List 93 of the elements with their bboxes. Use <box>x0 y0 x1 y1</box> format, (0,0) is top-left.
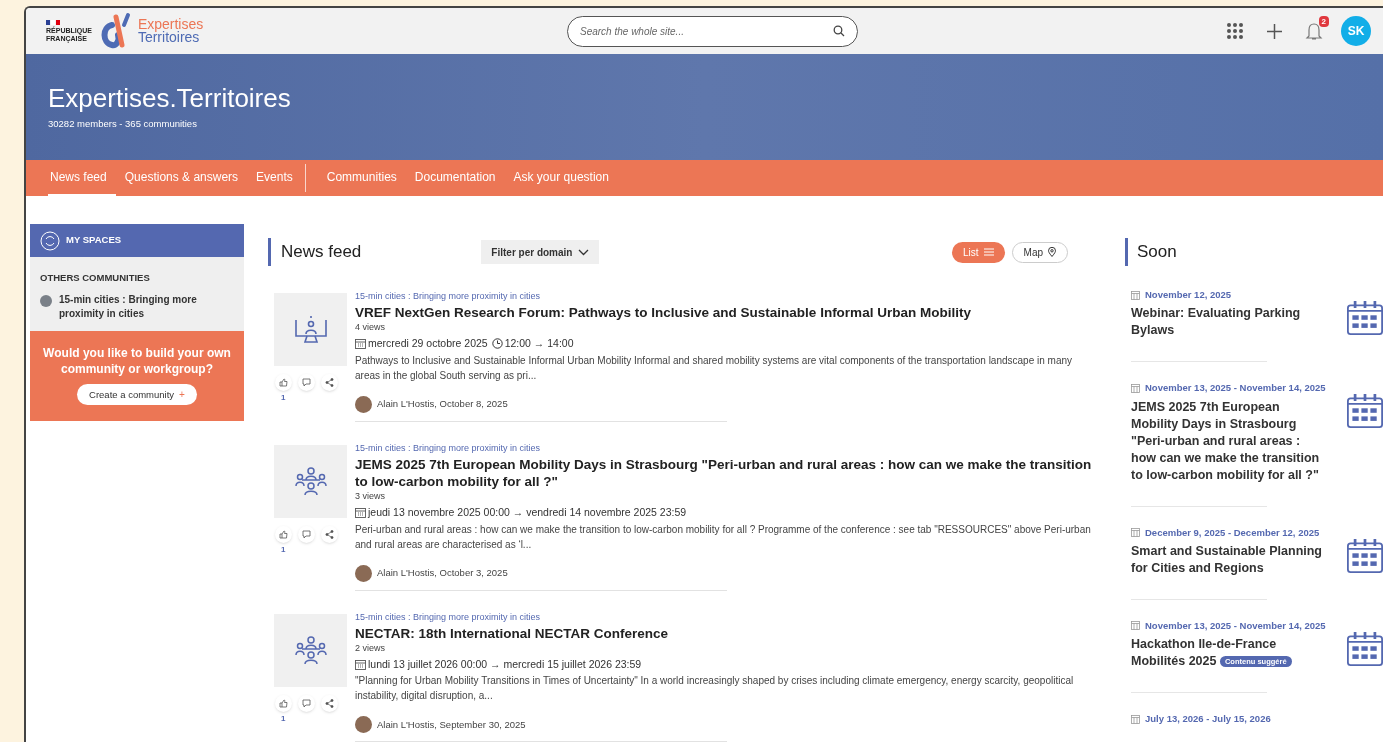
grid-icon <box>1226 22 1244 40</box>
event-title[interactable]: Webinar: Evaluating Parking Bylaws <box>1131 305 1327 340</box>
calendar-icon <box>1347 630 1383 667</box>
share-button[interactable] <box>321 525 338 543</box>
bell-icon <box>1305 21 1323 41</box>
post-excerpt: Pathways to Inclusive and Sustainable Informal Urban Mobility Informal and shared mobility systems are vital components of the transportation landscape in many areas in the global South serving as pri... <box>355 353 1074 383</box>
speech-bubble-icon <box>302 698 311 708</box>
calendar-icon <box>1131 383 1140 393</box>
calendar-icon <box>1347 537 1383 574</box>
calendar-icon <box>1131 528 1140 538</box>
list-icon <box>983 248 994 256</box>
search-icon <box>833 25 845 37</box>
view-count: 2 views <box>355 641 385 654</box>
brand-name: Territoires <box>137 31 200 44</box>
community-link[interactable]: 15-min cities : Bringing more proximity in cities <box>355 441 541 454</box>
post-author: Alain L'Hostis, September 30, 2025 <box>377 717 526 732</box>
promo-text: Would you like to build your own community or workgroup? <box>42 345 232 378</box>
share-icon <box>325 529 334 539</box>
view-count: 4 views <box>355 321 385 333</box>
like-count: 1 <box>281 392 286 404</box>
author-avatar <box>355 395 372 413</box>
share-button[interactable] <box>321 374 338 391</box>
event-date: December 9, 2025 - December 12, 2025 <box>1145 525 1320 540</box>
event-date: July 13, 2026 - July 15, 2026 <box>1145 712 1271 726</box>
post-author: Alain L'Hostis, October 3, 2025 <box>377 565 508 580</box>
calendar-icon <box>1347 393 1383 430</box>
chevron-down-icon <box>578 248 590 256</box>
post-title[interactable]: NECTAR: 18th International NECTAR Conference <box>355 624 671 642</box>
community-avatar <box>40 295 52 308</box>
feed-title: News feed <box>281 241 362 264</box>
view-toggle[interactable]: Map <box>1011 241 1068 263</box>
notification-badge: 2 <box>1318 16 1329 27</box>
thumbs-up-icon <box>279 378 288 387</box>
post-date: jeudi 13 novembre 2025 00:00 → vendredi 14 novembre 2025 23:59 <box>368 504 687 520</box>
search-field[interactable]: Search the whole site... <box>567 16 858 47</box>
share-icon <box>325 378 334 387</box>
thumbs-up-icon <box>279 529 288 539</box>
site-subtitle: 30282 members - 365 communities <box>48 117 197 131</box>
thumbs-up-icon <box>279 698 288 708</box>
flag-icon <box>46 19 60 25</box>
share-icon <box>325 698 334 708</box>
notifications-button[interactable]: 2 <box>1301 17 1327 45</box>
author-avatar <box>355 564 372 582</box>
calendar-icon <box>355 658 366 670</box>
speech-bubble-icon <box>302 378 311 387</box>
soon-title: Soon <box>1137 241 1177 264</box>
section-title: OTHERS COMMUNITIES <box>40 271 150 285</box>
post-excerpt: Peri-urban and rural areas : how can we make the transition to low-carbon mobility for all ? Programme of the conference : see tab "RESSOURCES" above Peri-urban and rural areas are characterised as ‘l... <box>355 522 1092 552</box>
post-date: mercredi 29 octobre 2025 <box>368 336 488 351</box>
post-excerpt: "Planning for Urban Mobility Transitions in Times of Uncertainty" In a world increasingly shaped by crises including climate emergency, energy scarcity, geopolitical instability, digital disruption, a... <box>355 674 1075 704</box>
event-date: November 12, 2025 <box>1145 288 1232 302</box>
create-community-button[interactable]: Create a community + <box>77 384 197 406</box>
filter-dropdown[interactable]: Filter per domain <box>481 240 600 264</box>
like-button[interactable] <box>275 374 292 391</box>
post-title[interactable]: JEMS 2025 7th European Mobility Days in Strasbourg "Peri-urban and rural areas : how can we make the transition to low-carbon mobility for all ?" <box>355 455 1094 490</box>
people-at-table-icon <box>293 635 328 665</box>
event-title[interactable]: JEMS 2025 7th European Mobility Days in Strasbourg "Peri-urban and rural areas : how can we make the transition to low-carbon mobility for all ?" <box>1131 398 1327 484</box>
event-date: November 13, 2025 - November 14, 2025 <box>1145 381 1326 396</box>
calendar-icon <box>1131 290 1140 300</box>
like-count: 1 <box>281 712 286 725</box>
monitor-person-icon <box>292 314 329 345</box>
plus-icon <box>1266 22 1283 40</box>
circular-arrows-icon <box>40 230 60 251</box>
calendar-icon <box>1131 714 1140 724</box>
comment-button[interactable] <box>298 374 315 391</box>
brand-name: Expertises <box>137 18 204 31</box>
clock-icon <box>491 338 503 350</box>
event-date: November 13, 2025 - November 14, 2025 <box>1145 618 1326 633</box>
event-title[interactable]: Smart and Sustainable Planning for Cities and Regions <box>1131 542 1327 577</box>
community-link[interactable]: 15-min cities : Bringing more proximity in cities <box>355 610 541 623</box>
calendar-icon <box>355 338 366 350</box>
calendar-icon <box>355 507 366 519</box>
post-date: lundi 13 juillet 2026 00:00 → mercredi 15 juillet 2026 23:59 <box>368 656 642 672</box>
share-button[interactable] <box>321 694 338 712</box>
spaces-title: MY SPACES <box>66 233 122 248</box>
site-title: Expertises.Territoires <box>48 82 291 114</box>
like-button[interactable] <box>275 694 292 712</box>
community-link[interactable]: 15-min cities : Bringing more proximity in cities <box>355 290 541 302</box>
post-time: 12:00 → 14:00 <box>504 336 574 351</box>
view-count: 3 views <box>355 489 385 502</box>
post-title[interactable]: VREF NextGen Research Forum: Pathways to Inclusive and Sustainable Informal Urban Mobility <box>355 304 973 321</box>
people-at-table-icon <box>293 466 328 497</box>
like-button[interactable] <box>275 525 292 543</box>
author-avatar <box>355 716 372 734</box>
comment-button[interactable] <box>298 694 315 712</box>
calendar-icon <box>1131 621 1140 631</box>
comment-button[interactable] <box>298 525 315 543</box>
post-author: Alain L'Hostis, October 8, 2025 <box>377 397 508 412</box>
like-count: 1 <box>281 543 286 556</box>
map-pin-icon <box>1048 247 1056 257</box>
calendar-icon <box>1347 300 1383 336</box>
speech-bubble-icon <box>302 529 311 539</box>
community-link[interactable]: 15-min cities : Bringing more proximity in cities <box>59 293 234 322</box>
